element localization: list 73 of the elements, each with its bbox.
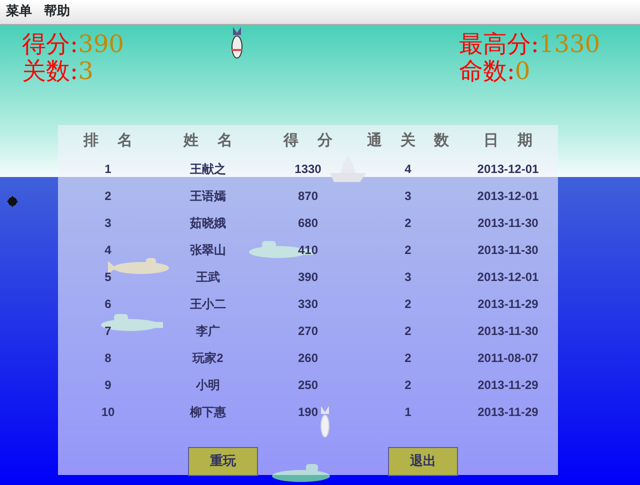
stat-label: 最高分: [458, 30, 539, 58]
table-cell: 2 [404, 297, 412, 311]
table-cell: 330 [298, 297, 318, 311]
table-cell: 2013-12-01 [477, 189, 539, 203]
column-header: 日 期 [482, 130, 534, 152]
table-cell: 2 [404, 378, 412, 392]
table-cell: 250 [298, 378, 318, 392]
table-cell: 王武 [196, 270, 220, 284]
table-cell: 2013-11-30 [478, 216, 538, 230]
table-cell: 3 [404, 189, 412, 203]
game-button[interactable]: 重玩 [188, 447, 258, 476]
menu-item[interactable]: 菜单 [6, 3, 32, 21]
table-cell: 2 [404, 324, 412, 338]
table-cell: 2 [404, 216, 412, 230]
stat-label: 得分: [22, 30, 78, 58]
table-cell: 2013-12-01 [477, 270, 539, 284]
stat-label: 关数: [22, 57, 78, 85]
table-cell: 2013-11-29 [478, 297, 538, 311]
table-cell: 王语嫣 [190, 189, 226, 203]
table-cell: 2013-11-30 [478, 243, 538, 257]
table-cell: 7 [104, 324, 112, 338]
table-cell: 4 [104, 243, 112, 257]
stat-value: 390 [78, 30, 124, 58]
stat-value: 3 [78, 57, 94, 85]
column-header: 排 名 [82, 130, 134, 152]
table-cell: 2013-11-29 [478, 405, 538, 419]
table-cell: 2013-12-01 [477, 162, 539, 176]
table-cell: 410 [298, 243, 318, 257]
stat-value: 0 [514, 57, 530, 85]
table-cell: 3 [404, 270, 412, 284]
column-header: 姓 名 [182, 130, 234, 152]
table-cell: 680 [298, 216, 318, 230]
stat-label: 命数: [458, 57, 515, 85]
table-cell: 10 [101, 405, 115, 419]
game-button[interactable]: 退出 [388, 447, 458, 476]
table-cell: 3 [104, 216, 112, 230]
table-cell: 玩家2 [192, 351, 224, 365]
column-header: 通 关 数 [366, 130, 450, 152]
ship-drawing [330, 155, 366, 183]
menu-item[interactable]: 帮助 [44, 3, 70, 21]
table-cell: 2011-08-07 [478, 351, 538, 365]
table-cell: 190 [298, 405, 318, 419]
table-cell: 1 [104, 162, 112, 176]
table-cell: 6 [104, 297, 112, 311]
table-cell: 1 [404, 405, 412, 419]
column-header: 得 分 [282, 130, 334, 152]
table-cell: 小明 [196, 378, 220, 392]
table-cell: 张翠山 [190, 243, 226, 257]
bomb-drawing [230, 27, 244, 59]
table-cell: 1330 [294, 162, 322, 176]
table-cell: 8 [104, 351, 112, 365]
table-cell: 260 [298, 351, 318, 365]
bomb-drawing [320, 406, 330, 438]
table-cell: 王献之 [190, 162, 226, 176]
mine-icon [7, 196, 18, 207]
table-cell: 2 [404, 243, 412, 257]
table-cell: 柳下惠 [190, 405, 226, 419]
table-cell: 9 [104, 378, 112, 392]
table-cell: 茹晓娥 [190, 216, 226, 230]
table-cell: 2013-11-30 [478, 324, 538, 338]
submarine-drawing [270, 461, 332, 483]
table-cell: 270 [298, 324, 318, 338]
table-cell: 2 [104, 189, 112, 203]
table-cell: 2 [404, 351, 412, 365]
table-cell: 5 [104, 270, 112, 284]
table-cell: 李广 [196, 324, 220, 338]
table-cell: 870 [298, 189, 318, 203]
table-cell: 2013-11-29 [478, 378, 538, 392]
stat-value: 1330 [538, 30, 600, 58]
table-cell: 4 [404, 162, 412, 176]
table-cell: 390 [298, 270, 318, 284]
table-cell: 王小二 [190, 297, 226, 311]
submarine-drawing [100, 311, 163, 333]
